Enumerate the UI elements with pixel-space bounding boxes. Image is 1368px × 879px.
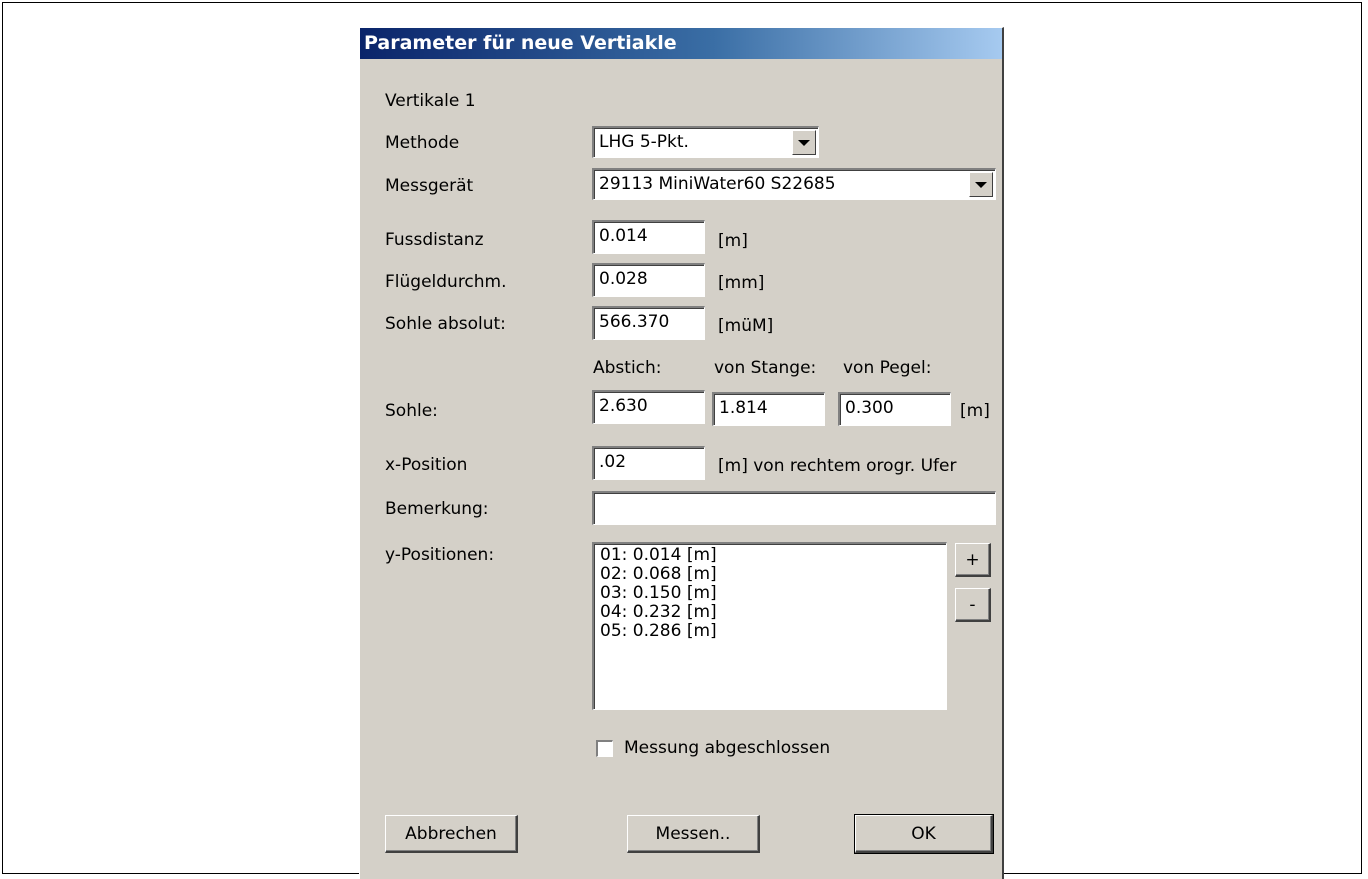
list-item[interactable]: 02: 0.068 [m]: [600, 565, 940, 584]
fussdistanz-input[interactable]: 0.014: [592, 220, 705, 254]
y-positionen-label: y-Positionen:: [385, 545, 495, 565]
x-position-unit: [m] von rechtem orogr. Ufer: [718, 456, 957, 476]
chevron-down-icon: [975, 181, 987, 188]
fluegeldurchm-label: Flügeldurchm.: [385, 272, 507, 292]
bemerkung-label: Bemerkung:: [385, 499, 489, 519]
add-position-button[interactable]: +: [955, 543, 991, 577]
y-positionen-listbox[interactable]: 01: 0.014 [m] 02: 0.068 [m] 03: 0.150 [m…: [592, 542, 947, 710]
sohle-absolut-unit: [müM]: [718, 316, 774, 336]
methode-label: Methode: [385, 133, 460, 153]
x-position-input[interactable]: .02: [592, 446, 705, 480]
vertikale-label: Vertikale 1: [385, 91, 476, 111]
messgeraet-dropdown-button[interactable]: [969, 172, 993, 197]
abstich-input[interactable]: 2.630: [592, 390, 705, 424]
von-pegel-header: von Pegel:: [843, 358, 932, 378]
messung-abgeschlossen-checkbox[interactable]: [596, 740, 613, 757]
messgeraet-value: 29113 MiniWater60 S22685: [599, 174, 836, 194]
list-item[interactable]: 04: 0.232 [m]: [600, 603, 940, 622]
methode-select[interactable]: LHG 5-Pkt.: [592, 126, 819, 158]
sohle-absolut-label: Sohle absolut:: [385, 314, 506, 334]
abbrechen-button[interactable]: Abbrechen: [385, 815, 518, 853]
methode-value: LHG 5-Pkt.: [599, 132, 689, 152]
x-position-label: x-Position: [385, 455, 468, 475]
sohle-label: Sohle:: [385, 401, 438, 421]
bemerkung-input[interactable]: [592, 491, 996, 525]
messgeraet-select[interactable]: 29113 MiniWater60 S22685: [592, 168, 996, 200]
sohle-absolut-input[interactable]: 566.370: [592, 306, 705, 340]
chevron-down-icon: [798, 139, 810, 146]
messgeraet-label: Messgerät: [385, 176, 474, 196]
ok-button[interactable]: OK: [854, 814, 994, 854]
von-stange-header: von Stange:: [714, 358, 817, 378]
remove-position-button[interactable]: -: [955, 588, 991, 622]
abstich-header: Abstich:: [593, 358, 662, 378]
list-item[interactable]: 03: 0.150 [m]: [600, 584, 940, 603]
fussdistanz-unit: [m]: [718, 231, 748, 251]
messung-abgeschlossen-label[interactable]: Messung abgeschlossen: [624, 738, 830, 758]
messen-button[interactable]: Messen..: [627, 815, 760, 853]
list-item[interactable]: 01: 0.014 [m]: [600, 546, 940, 565]
von-pegel-input[interactable]: 0.300: [838, 392, 951, 426]
fussdistanz-label: Fussdistanz: [385, 230, 484, 250]
methode-dropdown-button[interactable]: [792, 130, 816, 155]
dialog-title: Parameter für neue Vertiakle: [360, 28, 1002, 59]
dialog-window: Parameter für neue Vertiakle Vertikale 1…: [359, 27, 1004, 879]
fluegeldurchm-input[interactable]: 0.028: [592, 263, 705, 297]
list-item[interactable]: 05: 0.286 [m]: [600, 622, 940, 641]
sohle-unit: [m]: [960, 401, 990, 421]
fluegeldurchm-unit: [mm]: [718, 273, 765, 293]
von-stange-input[interactable]: 1.814: [712, 392, 825, 426]
